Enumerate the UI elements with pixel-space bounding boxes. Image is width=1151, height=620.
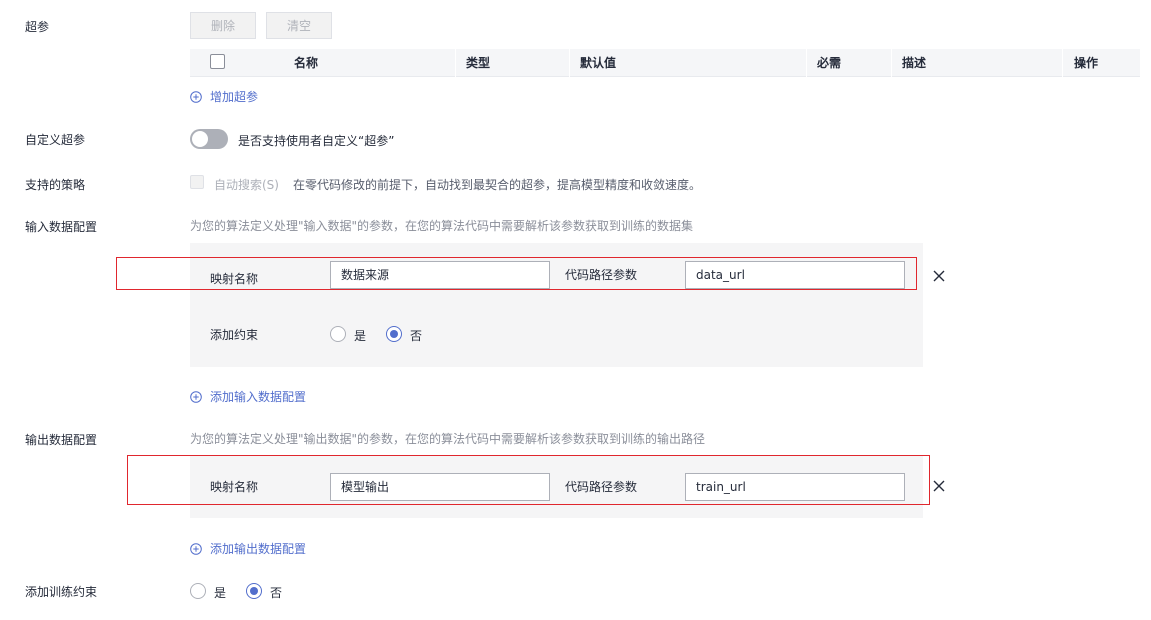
hyperparams-table-header: 名称 类型 默认值 必需 描述 操作 — [190, 49, 1140, 77]
output-config-hint: 为您的算法定义处理"输出数据"的参数，在您的算法代码中需要解析该参数获取到训练的… — [190, 432, 706, 446]
column-divider — [1062, 49, 1063, 77]
train-constraint-no-radio[interactable] — [246, 583, 262, 599]
column-description: 描述 — [902, 56, 927, 70]
input-code-path-label: 代码路径参数 — [565, 268, 638, 282]
auto-search-checkbox[interactable] — [190, 175, 204, 189]
strategy-description: 在零代码修改的前提下，自动找到最契合的超参，提高模型精度和收敛速度。 — [293, 178, 702, 192]
output-code-path-field[interactable]: train_url — [685, 473, 905, 501]
input-constraint-no-label: 否 — [410, 329, 423, 343]
column-type: 类型 — [466, 56, 491, 70]
column-divider — [891, 49, 892, 77]
input-code-path-field[interactable]: data_url — [685, 261, 905, 289]
input-config-label: 输入数据配置 — [25, 220, 98, 234]
input-constraint-yes-radio[interactable] — [330, 326, 346, 342]
custom-hyperparams-label: 自定义超参 — [25, 133, 86, 147]
output-map-name-field[interactable]: 模型输出 — [330, 473, 550, 501]
custom-hyperparams-toggle[interactable] — [190, 129, 228, 149]
input-config-hint: 为您的算法定义处理"输入数据"的参数，在您的算法代码中需要解析该参数获取到训练的… — [190, 219, 694, 233]
close-icon[interactable] — [933, 480, 945, 492]
add-output-config-link[interactable]: 添加输出数据配置 — [190, 540, 306, 557]
select-all-checkbox[interactable] — [210, 54, 225, 69]
train-constraint-yes-radio[interactable] — [190, 583, 206, 599]
column-name: 名称 — [294, 56, 319, 70]
add-input-config-link[interactable]: 添加输入数据配置 — [190, 388, 306, 405]
train-constraint-yes-label: 是 — [214, 586, 227, 600]
column-actions: 操作 — [1074, 56, 1099, 70]
output-config-label: 输出数据配置 — [25, 433, 98, 447]
add-hyperparam-link[interactable]: 增加超参 — [190, 88, 258, 105]
toggle-knob — [192, 131, 208, 147]
column-divider — [806, 49, 807, 77]
plus-circle-icon — [190, 542, 202, 555]
close-icon[interactable] — [933, 270, 945, 282]
column-default: 默认值 — [580, 56, 617, 70]
input-constraint-label: 添加约束 — [210, 328, 259, 342]
input-map-name-label: 映射名称 — [210, 272, 259, 286]
delete-button[interactable]: 删除 — [190, 12, 256, 39]
output-code-path-label: 代码路径参数 — [565, 480, 638, 494]
column-divider — [455, 49, 456, 77]
column-required: 必需 — [817, 56, 842, 70]
add-output-config-label: 添加输出数据配置 — [210, 542, 307, 556]
input-constraint-yes-label: 是 — [354, 329, 367, 343]
strategy-label: 支持的策略 — [25, 178, 86, 192]
output-map-name-label: 映射名称 — [210, 480, 259, 494]
add-hyperparam-label: 增加超参 — [210, 90, 259, 104]
input-constraint-no-radio[interactable] — [386, 326, 402, 342]
custom-hyperparams-toggle-text: 是否支持使用者自定义“超参” — [238, 134, 395, 148]
input-map-name-field[interactable]: 数据来源 — [330, 261, 550, 289]
hyperparams-label: 超参 — [25, 20, 50, 34]
train-constraint-no-label: 否 — [270, 586, 283, 600]
column-divider — [569, 49, 570, 77]
auto-search-label: 自动搜索(S) — [214, 178, 279, 192]
plus-circle-icon — [190, 90, 202, 103]
clear-button[interactable]: 清空 — [266, 12, 332, 39]
plus-circle-icon — [190, 390, 202, 403]
train-constraint-label: 添加训练约束 — [25, 585, 98, 599]
add-input-config-label: 添加输入数据配置 — [210, 390, 307, 404]
